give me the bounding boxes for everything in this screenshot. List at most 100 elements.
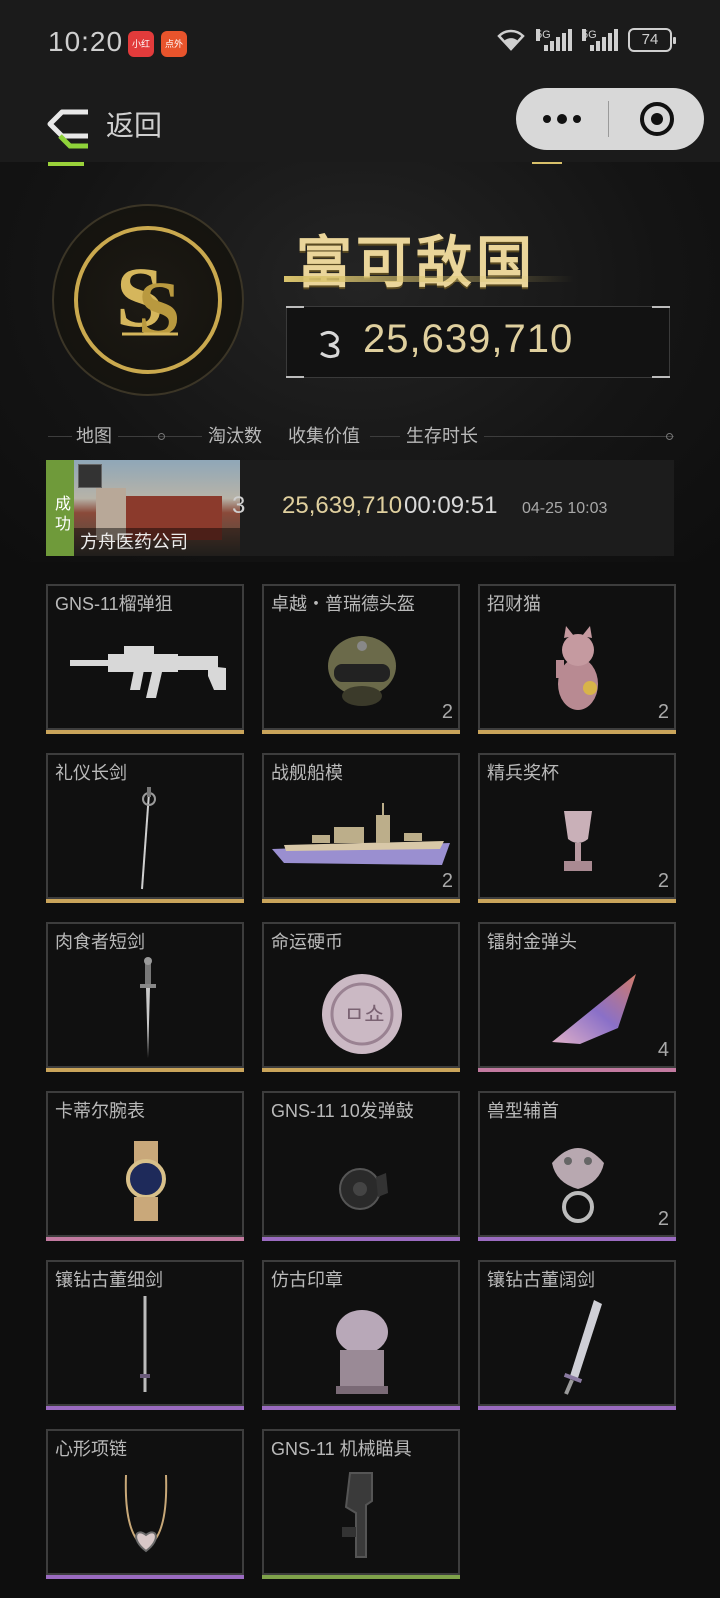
back-button[interactable]: 返回 [40,96,180,152]
item-count: 4 [657,1039,669,1061]
door-knocker-icon [480,1123,674,1233]
more-menu-button[interactable] [516,88,608,150]
status-indicators: 5G 5G 74 [496,28,676,52]
item-count: 2 [657,701,669,723]
status-badge: 成功 [46,460,74,556]
item-count: 2 [657,870,669,892]
total-value-box: 25,639,710 [286,306,670,378]
rarity-bar [262,1068,460,1072]
item-name: 心形项链 [55,1439,127,1459]
target-icon [639,102,674,136]
item-card[interactable]: 镶钻古董阔剑 [478,1260,676,1410]
achievement-title: 富可敌国 [296,231,536,294]
signal-icon-2: 5G [582,29,618,51]
wifi-icon [497,29,525,51]
header-kills: 淘汰数 [208,426,262,446]
seal-icon [264,1292,458,1402]
item-card[interactable]: 镭射金弹头 4 [478,922,676,1072]
rifle-icon [48,616,242,726]
rapier-icon [48,785,242,895]
header-map: 地图 [76,426,112,446]
item-card[interactable]: 仿古印章 [262,1260,460,1410]
drum-magazine-icon [264,1123,458,1233]
corner-mark [652,306,670,308]
header-survival: 生存时长 [406,426,478,446]
item-name: 命运硬币 [271,932,343,952]
item-card[interactable]: 招财猫 2 [478,584,676,734]
watch-icon [48,1123,242,1233]
divider-dot [158,433,165,440]
trophy-icon [480,785,674,895]
item-card[interactable]: 礼仪长剑 [46,753,244,903]
xiaohongshu-icon: 小红书 [128,31,154,57]
match-record-row[interactable]: 成功 方舟医药公司 3 25,639,710 00:09:51 04-25 10… [46,460,674,556]
rarity-bar [262,1406,460,1410]
item-card[interactable]: 兽型辅首 2 [478,1091,676,1241]
rarity-bar [262,730,460,734]
nav-bar: 返回 [0,86,720,162]
item-name: 仿古印章 [271,1270,343,1290]
currency-icon [320,330,340,359]
warship-model-icon [264,785,458,895]
item-card[interactable]: 精兵奖杯 2 [478,753,676,903]
helmet-icon [264,616,458,726]
back-arrow-icon [47,109,88,149]
thin-sword-icon [48,1292,242,1402]
battery-icon: 74 [628,28,676,52]
item-card[interactable]: ㅁ쇼 命运硬币 [262,922,460,1072]
dot-icon [543,115,551,123]
record-survival: 00:09:51 [404,492,498,519]
item-card[interactable]: 心形项链 [46,1429,244,1579]
item-card[interactable]: 卓越・普瑞德头盔 2 [262,584,460,734]
item-card[interactable]: 镶钻古董细剑 [46,1260,244,1410]
mini-program-capsule [516,88,704,150]
rarity-bar [478,1068,676,1072]
item-card[interactable]: GNS-11 机械瞄具 [262,1429,460,1579]
map-name: 方舟医药公司 [74,528,240,556]
item-name: GNS-11 机械瞄具 [271,1439,412,1459]
rarity-bar [478,899,676,903]
item-name: 招财猫 [487,594,541,614]
item-card[interactable]: 卡蒂尔腕表 [46,1091,244,1241]
rarity-bar [46,730,244,734]
broadsword-icon [480,1292,674,1402]
item-card[interactable]: 战舰船模 2 [262,753,460,903]
dot-icon [557,114,567,124]
coin-icon: ㅁ쇼 [264,954,458,1064]
iron-sight-icon [264,1461,458,1571]
item-count: 2 [441,701,453,723]
item-card[interactable]: GNS-11 10发弹鼓 [262,1091,460,1241]
divider [48,436,72,437]
record-value: 25,639,710 [282,492,403,519]
rarity-bar [46,1237,244,1241]
title-underline [284,276,574,282]
heart-necklace-icon [48,1461,242,1571]
rarity-bar [262,1237,460,1241]
rarity-bar [46,1068,244,1072]
map-icon [78,464,102,488]
corner-mark [286,376,304,378]
back-label: 返回 [106,110,163,141]
item-card[interactable]: 肉食者短剑 [46,922,244,1072]
corner-mark [286,306,304,308]
rarity-bar [478,730,676,734]
item-name: 礼仪长剑 [55,763,127,783]
item-name: 镶钻古董细剑 [55,1270,163,1290]
divider [370,436,400,437]
item-card[interactable]: GNS-11榴弹狙 [46,584,244,734]
close-mini-program-button[interactable] [609,88,704,150]
item-name: 肉食者短剑 [55,932,145,952]
dollar-ss-icon: S S [116,249,180,351]
dot-icon [573,115,581,123]
item-name: 镭射金弹头 [487,932,577,952]
item-name: GNS-11 10发弹鼓 [271,1101,414,1121]
rarity-bar [478,1237,676,1241]
item-name: 镶钻古董阔剑 [487,1270,595,1290]
dagger-icon [48,954,242,1064]
svg-text:S: S [138,267,180,351]
rarity-bar [46,1406,244,1410]
item-name: 精兵奖杯 [487,763,559,783]
svg-text:ㅁ쇼: ㅁ쇼 [344,1002,384,1027]
emblem-badge: S S [52,204,244,396]
total-value: 25,639,710 [363,317,574,361]
